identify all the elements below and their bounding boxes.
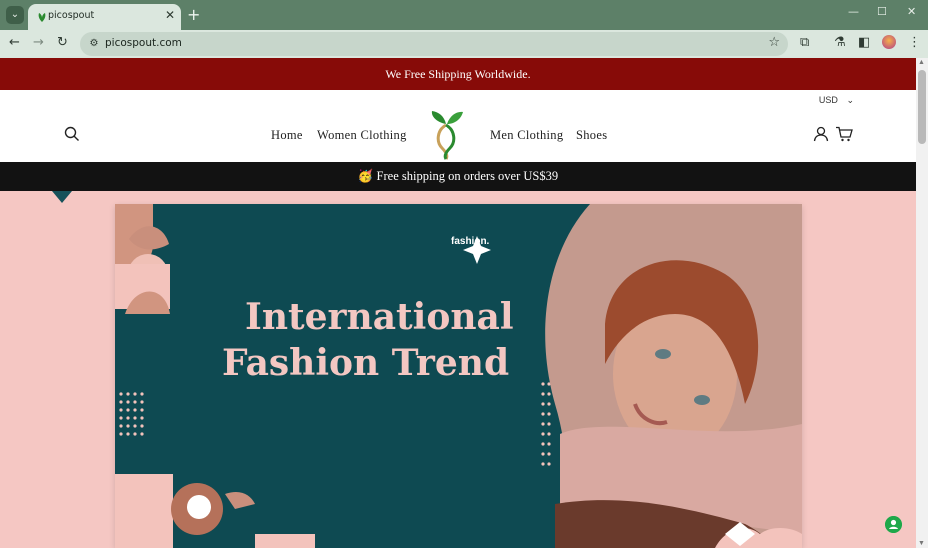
browser-toolbar: ← → ↻ ⚙ picospout.com ☆ ⧉ ⚗ ◧ ⋮	[0, 30, 928, 58]
nav-women-clothing[interactable]: Women Clothing	[317, 128, 407, 143]
menu-icon[interactable]: ⋮	[908, 35, 921, 50]
reload-icon[interactable]: ↻	[57, 35, 68, 50]
forward-icon[interactable]: →	[33, 35, 44, 50]
hero-title-line-2: Fashion Trend	[222, 342, 510, 384]
tab-title: picospout	[48, 10, 95, 21]
currency-selector[interactable]: USD ⌄	[819, 95, 854, 106]
nav-home[interactable]: Home	[271, 128, 303, 143]
side-panel-icon[interactable]: ◧	[858, 35, 870, 50]
close-window-icon[interactable]: ✕	[907, 5, 916, 18]
url-text[interactable]: picospout.com	[105, 37, 182, 49]
announcement-bar: We Free Shipping Worldwide.	[0, 58, 916, 90]
maximize-icon[interactable]: ☐	[877, 5, 887, 18]
minimize-icon[interactable]: —	[848, 5, 859, 18]
account-icon[interactable]	[813, 126, 829, 142]
nav-men-clothing[interactable]: Men Clothing	[490, 128, 563, 143]
site-favicon-icon	[38, 13, 46, 22]
search-icon[interactable]	[64, 126, 80, 142]
profile-avatar[interactable]	[882, 35, 896, 49]
hero-banner[interactable]: fashion. International Fashion Trend	[115, 204, 802, 548]
page-scrollbar[interactable]: ▲ ▼	[916, 58, 928, 548]
fashion-brand-mark: fashion.	[451, 236, 490, 247]
site-info-icon[interactable]: ⚙	[86, 36, 102, 52]
back-icon[interactable]: ←	[9, 35, 20, 50]
scroll-thumb[interactable]	[918, 70, 926, 144]
chat-icon[interactable]	[885, 516, 902, 533]
address-bar[interactable]: ⚙ picospout.com ☆	[80, 32, 788, 56]
nav-shoes[interactable]: Shoes	[576, 128, 607, 143]
hero-title-line-1: International	[245, 296, 514, 338]
browser-titlebar: ⌄ picospout ✕ + — ☐ ✕	[0, 0, 928, 30]
extensions-icon[interactable]: ⧉	[800, 35, 809, 50]
labs-icon[interactable]: ⚗	[834, 35, 846, 50]
currency-label: USD	[818, 95, 838, 105]
tab-close-icon[interactable]: ✕	[165, 8, 175, 22]
site-logo[interactable]	[426, 110, 466, 160]
tab-search-icon[interactable]: ⌄	[6, 6, 24, 24]
site-header: Home Women Clothing Men Clothing Shoes	[0, 108, 916, 161]
new-tab-button[interactable]: +	[187, 5, 200, 24]
chevron-down-icon: ⌄	[846, 95, 854, 105]
cart-icon[interactable]	[835, 126, 853, 142]
scroll-up-icon[interactable]: ▲	[918, 59, 925, 66]
decorative-triangle	[52, 191, 72, 203]
browser-tab[interactable]: picospout ✕	[28, 4, 181, 30]
bookmark-star-icon[interactable]: ☆	[768, 35, 780, 50]
web-page: We Free Shipping Worldwide. USD ⌄ Home W…	[0, 58, 916, 548]
promo-bar: 🥳 Free shipping on orders over US$39	[0, 162, 916, 191]
scroll-down-icon[interactable]: ▼	[918, 540, 925, 547]
